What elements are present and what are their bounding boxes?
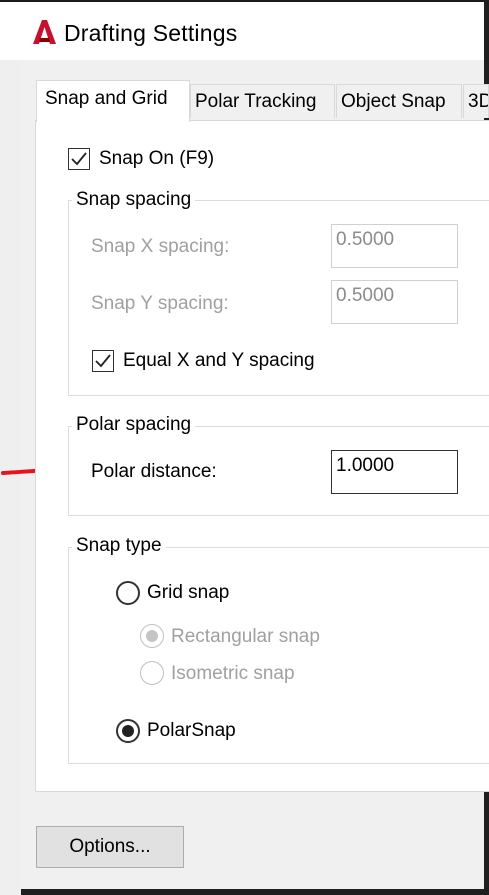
tab-3d[interactable]: 3D [463,84,489,118]
rectangular-snap-label: Rectangular snap [171,626,320,647]
window-title: Drafting Settings [64,20,238,46]
radio-dot [146,630,158,642]
polar-distance-input[interactable]: 1.0000 [331,450,458,494]
tab-object-snap[interactable]: Object Snap [336,84,462,118]
tab-label: Snap and Grid [45,88,168,109]
radio-dot [122,725,134,737]
checkmark-icon [71,152,87,166]
snap-x-label: Snap X spacing: [91,236,230,257]
snap-type-heading: Snap type [72,535,166,557]
checkmark-icon [95,354,111,368]
snap-spacing-heading: Snap spacing [72,189,196,211]
polar-spacing-heading: Polar spacing [72,414,196,436]
equal-spacing-label: Equal X and Y spacing [123,350,315,371]
tab-polar-tracking[interactable]: Polar Tracking [190,84,335,118]
tab-label: Polar Tracking [195,91,317,112]
isometric-snap-radio[interactable] [140,661,164,685]
autocad-logo-icon [33,20,56,44]
bottom-edge [0,889,489,895]
tab-label: 3D [468,91,488,112]
tab-label: Object Snap [341,91,446,112]
snap-on-checkbox[interactable] [68,148,90,170]
snap-on-label: Snap On (F9) [99,148,215,169]
polar-distance-label: Polar distance: [91,461,217,482]
polarsnap-label: PolarSnap [147,720,236,741]
isometric-snap-label: Isometric snap [171,663,295,684]
equal-spacing-checkbox[interactable] [92,350,114,372]
snap-y-label: Snap Y spacing: [91,293,229,314]
grid-snap-radio[interactable] [116,581,140,605]
snap-y-input[interactable]: 0.5000 [331,280,458,324]
snap-and-grid-panel: Snap On (F9) Snap spacing Snap X spacing… [35,120,489,792]
grid-snap-label: Grid snap [147,582,230,603]
rectangular-snap-radio[interactable] [140,624,164,648]
options-button[interactable]: Options... [36,826,184,868]
snap-x-input[interactable]: 0.5000 [331,224,458,268]
title-bar[interactable]: Drafting Settings [0,2,484,60]
polarsnap-radio[interactable] [116,719,140,743]
tab-snap-and-grid[interactable]: Snap and Grid [36,80,190,122]
